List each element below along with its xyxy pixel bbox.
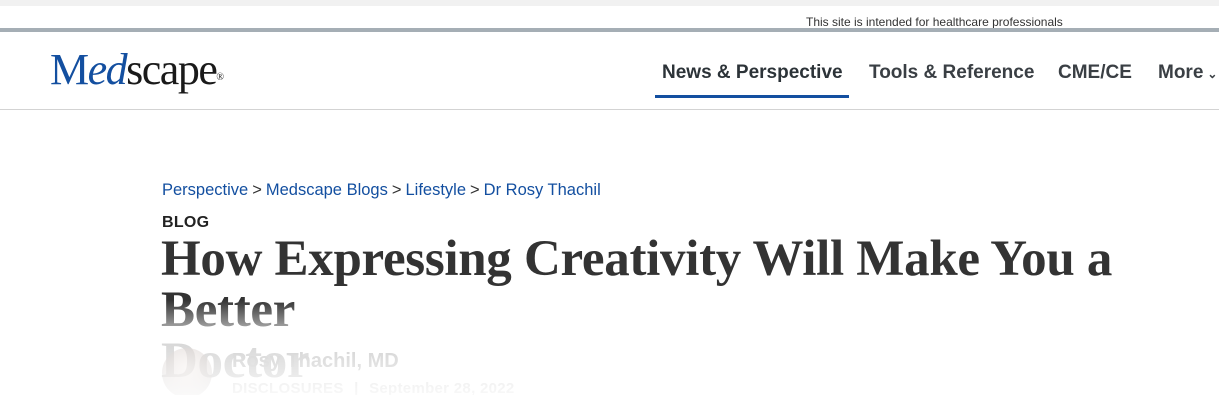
breadcrumb-separator: > [470,181,480,199]
article-date: September 28, 2022 [369,380,515,395]
active-tab-underline [655,95,849,98]
breadcrumb-medscape-blogs[interactable]: Medscape Blogs [266,181,388,199]
nav-news-perspective[interactable]: News & Perspective [662,62,843,84]
nav-cme-ce[interactable]: CME/CE [1058,62,1132,84]
breadcrumb: Perspective > Medscape Blogs > Lifestyle > Dr … [162,181,601,200]
nav-tools-reference[interactable]: Tools & Reference [869,62,1034,84]
breadcrumb-separator: > [252,181,262,199]
breadcrumb-perspective[interactable]: Perspective [162,181,248,199]
main-nav: News & Perspective Tools & Reference CME… [0,60,1219,100]
author-avatar[interactable] [162,348,212,395]
chevron-down-icon: ⌄ [1207,67,1218,81]
breadcrumb-lifestyle[interactable]: Lifestyle [406,181,467,199]
nav-more-label: More [1158,62,1204,83]
nav-more[interactable]: More ⌄ [1158,62,1217,84]
article-kicker: BLOG [162,214,210,231]
author-name[interactable]: Rosy Thachil, MD [232,350,399,373]
disclosures-link[interactable]: DISCLOSURES [232,380,344,395]
article-title-line1: How Expressing Creativity Will Make You … [161,231,1113,338]
meta-separator: | [354,380,359,395]
breadcrumb-author[interactable]: Dr Rosy Thachil [484,181,601,199]
breadcrumb-separator: > [391,181,402,199]
top-notice-strip: This site is intended for healthcare pro… [0,0,1219,31]
article-meta: DISCLOSURES | September 28, 2022 [232,380,515,395]
healthcare-notice: This site is intended for healthcare pro… [806,15,1063,29]
site-header: Medscape® News & Perspective Tools & Ref… [0,32,1219,110]
